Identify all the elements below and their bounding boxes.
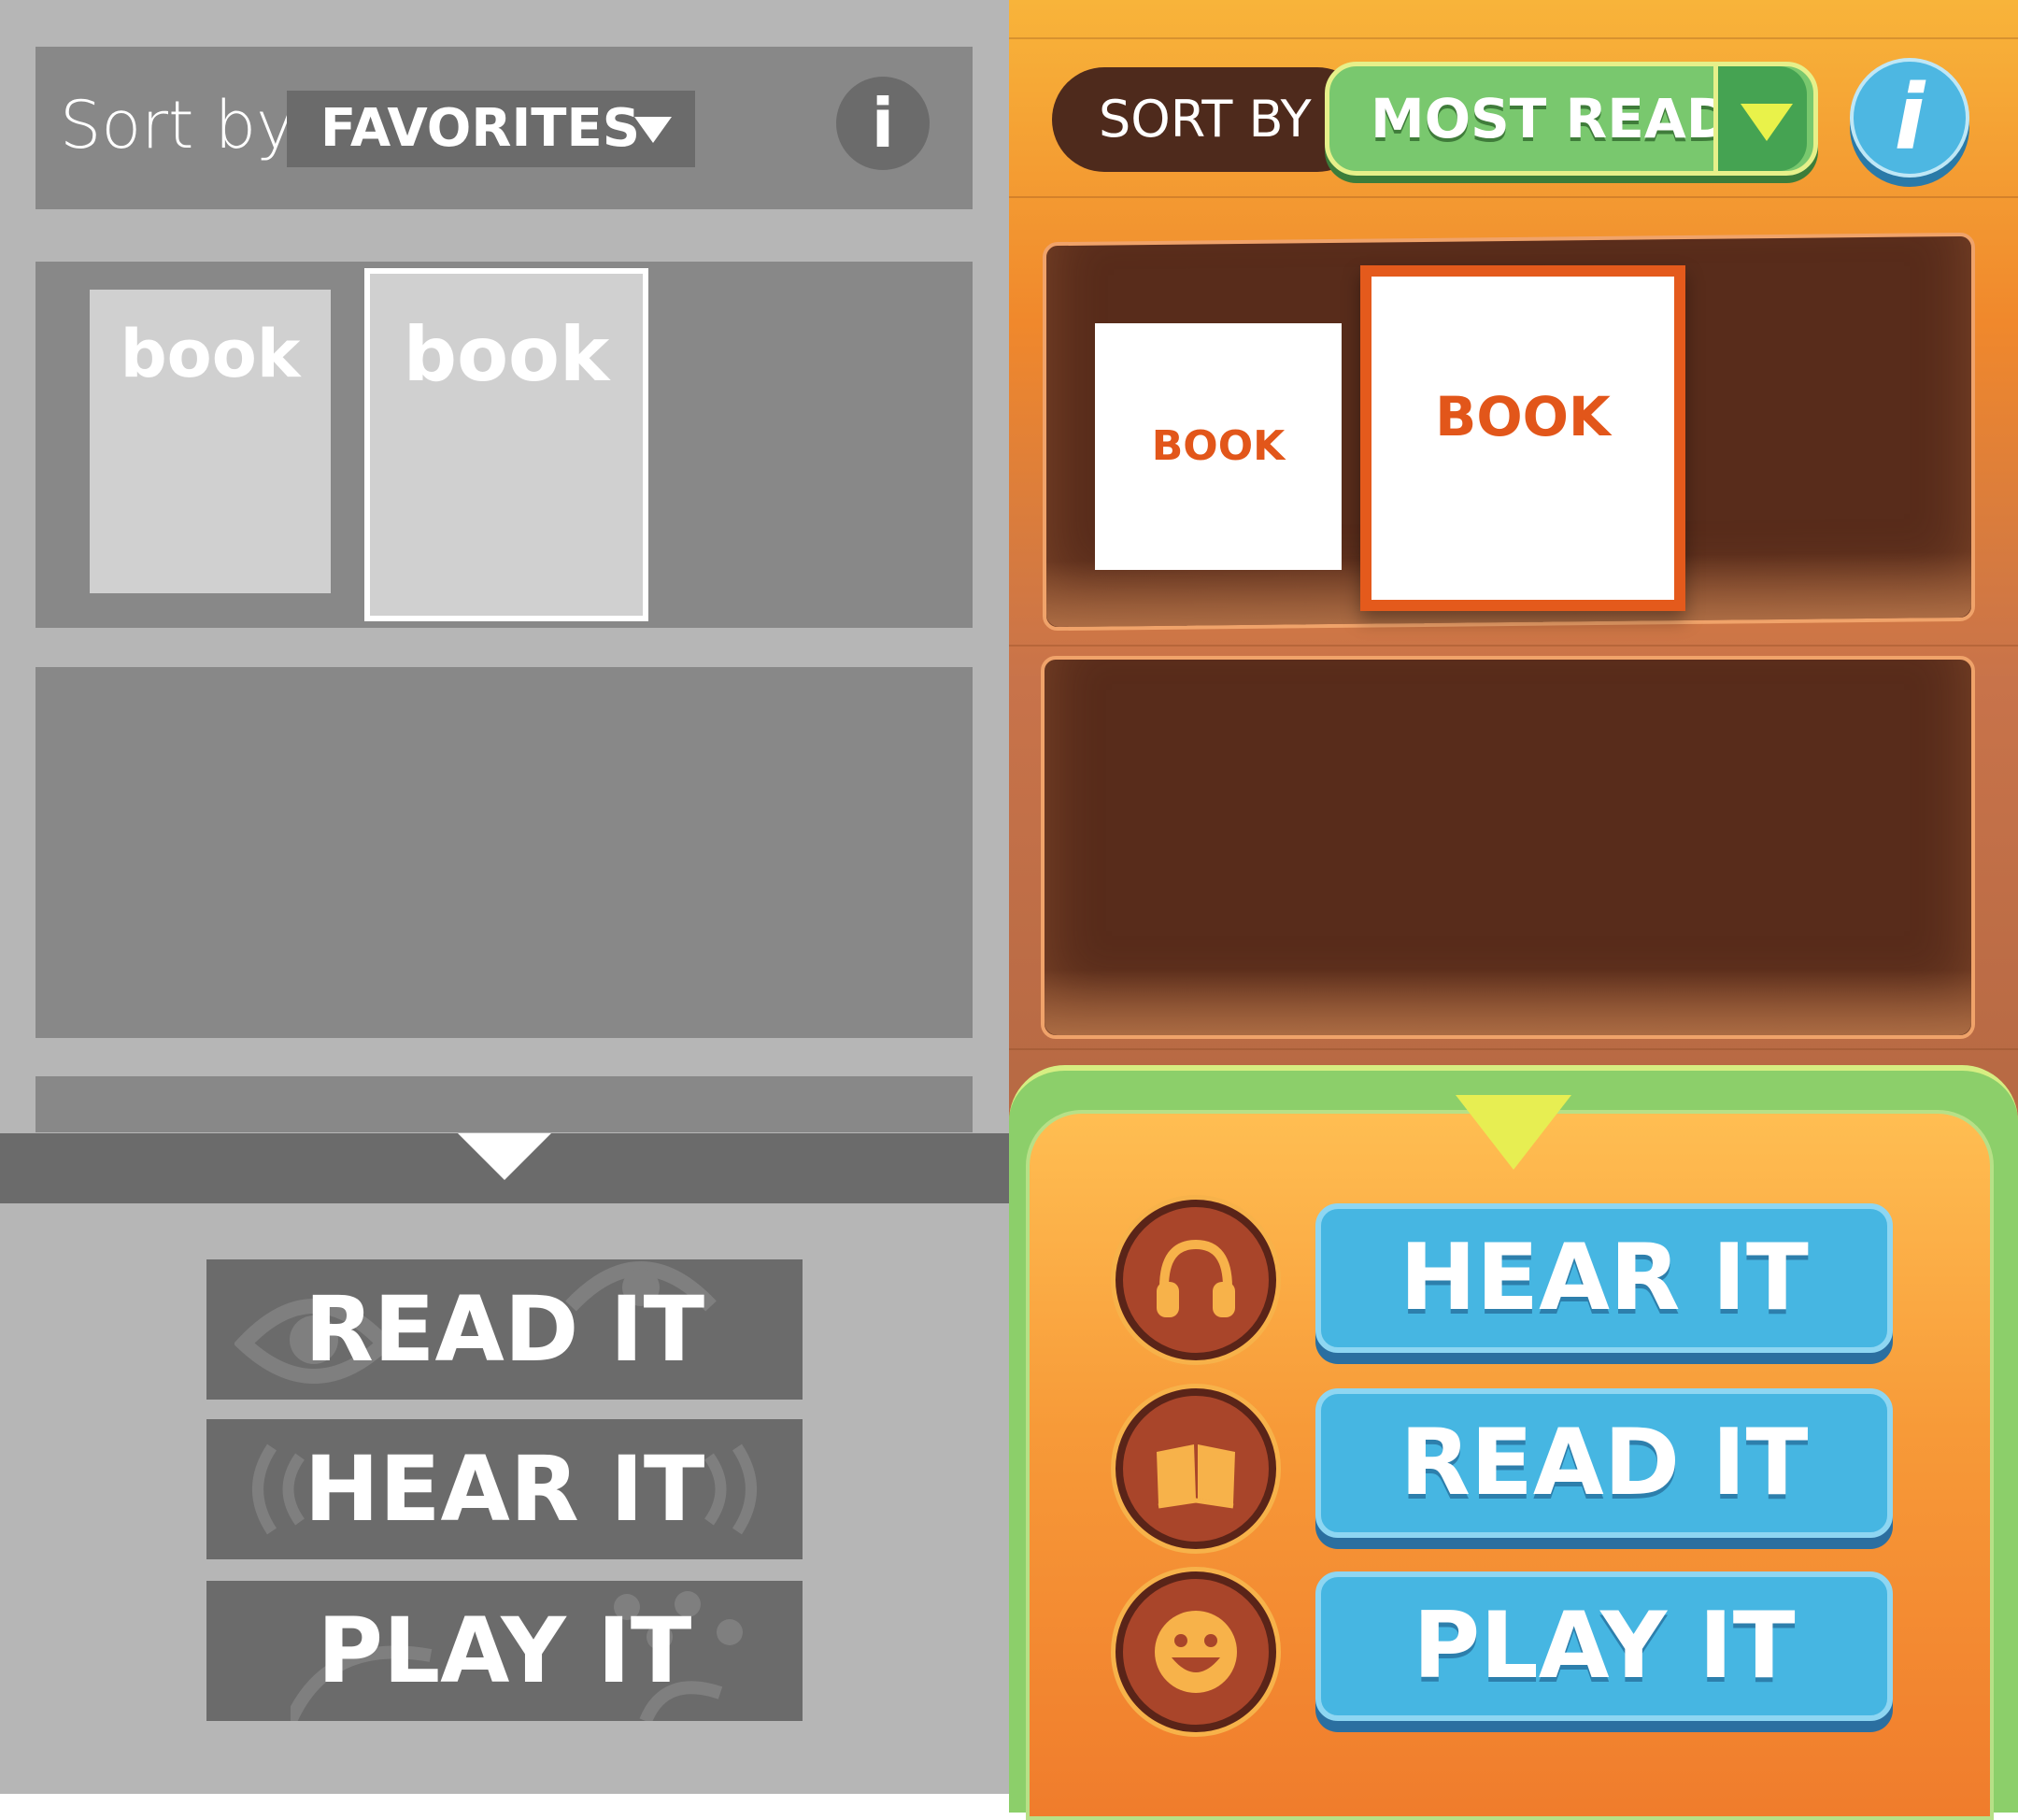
read-it-button[interactable]: READ IT (206, 1259, 803, 1400)
wireframe-screen: Sort by FAVORITES i book book READ IT HE… (0, 0, 1009, 1794)
sort-dropdown[interactable]: MOST READ (1325, 62, 1818, 176)
hear-it-label: HEAR IT (304, 1437, 705, 1542)
sound-waves-icon (252, 1443, 306, 1535)
info-button[interactable]: i (1850, 58, 1969, 178)
sort-by-label: SORT BY (1099, 90, 1312, 149)
book-cover-selected[interactable]: BOOK (1360, 265, 1685, 611)
sort-dropdown-value: MOST READ (1371, 87, 1731, 150)
hear-it-button[interactable]: HEAR IT (1315, 1203, 1893, 1353)
bookshelf-row (1041, 656, 1975, 1039)
play-it-button[interactable]: PLAY IT (206, 1581, 803, 1721)
sort-dropdown-value: FAVORITES (320, 98, 641, 159)
read-it-button[interactable]: READ IT (1315, 1388, 1893, 1538)
sound-waves-icon (703, 1443, 757, 1535)
wood-grain (1009, 37, 2018, 39)
book-cover-selected[interactable]: book (364, 268, 648, 621)
wood-grain (1009, 196, 2018, 198)
play-it-button[interactable]: PLAY IT (1315, 1571, 1893, 1721)
info-button[interactable]: i (836, 77, 930, 170)
triangle-down-icon (1741, 104, 1793, 141)
read-it-label: READ IT (304, 1277, 705, 1382)
hear-it-button[interactable]: HEAR IT (206, 1419, 803, 1559)
caret-down-icon (634, 117, 672, 143)
dropdown-toggle[interactable] (1713, 66, 1807, 171)
wood-grain (1009, 1048, 2018, 1050)
chevron-down-icon (458, 1133, 551, 1180)
sort-label: Sort by (60, 87, 295, 164)
chevron-down-icon[interactable] (1456, 1095, 1571, 1170)
book-cover[interactable]: BOOK (1095, 323, 1342, 570)
play-it-label: PLAY IT (317, 1599, 692, 1703)
smiley-icon (1116, 1571, 1276, 1732)
sort-dropdown[interactable]: FAVORITES (287, 91, 695, 167)
wood-grain (1009, 645, 2018, 647)
headphones-icon (1116, 1200, 1276, 1360)
book-icon (1116, 1388, 1276, 1549)
shelf-row (36, 1076, 973, 1132)
shelf-row (36, 667, 973, 1038)
book-cover[interactable]: book (90, 290, 331, 593)
